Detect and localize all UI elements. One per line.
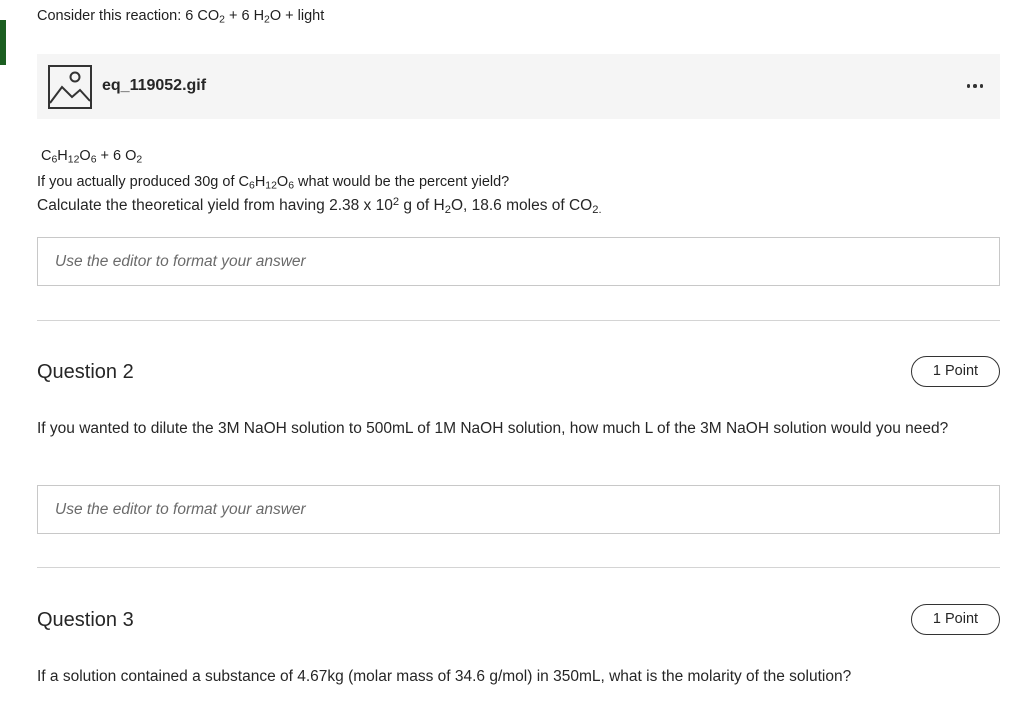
question2-points-badge: 1 Point: [911, 356, 1000, 387]
more-options-icon[interactable]: [962, 74, 988, 98]
question2-text: If you wanted to dilute the 3M NaOH solu…: [37, 420, 949, 437]
answer-placeholder: Use the editor to format your answer: [55, 253, 306, 270]
image-icon: [48, 65, 92, 109]
question3-title: Question 3: [37, 609, 134, 631]
answer-editor-q2[interactable]: Use the editor to format your answer: [37, 485, 1000, 534]
question1-instruction: Calculate the theoretical yield from hav…: [37, 195, 602, 216]
answer-editor-q1[interactable]: Use the editor to format your answer: [37, 237, 1000, 286]
attachment-card[interactable]: eq_119052.gif: [37, 54, 1000, 119]
reaction-products: C6H12O6 + 6 O2: [41, 148, 143, 166]
question1-prompt: If you actually produced 30g of C6H12O6 …: [37, 174, 510, 192]
divider: [37, 320, 1000, 321]
divider: [37, 567, 1000, 568]
reaction-statement: Consider this reaction: 6 CO2 + 6 H2O + …: [37, 8, 325, 26]
question3-text: If a solution contained a substance of 4…: [37, 668, 852, 685]
answer-placeholder: Use the editor to format your answer: [55, 501, 306, 518]
attachment-filename[interactable]: eq_119052.gif: [102, 76, 206, 96]
active-question-indicator: [0, 20, 6, 65]
question3-points-badge: 1 Point: [911, 604, 1000, 635]
question2-title: Question 2: [37, 361, 134, 383]
